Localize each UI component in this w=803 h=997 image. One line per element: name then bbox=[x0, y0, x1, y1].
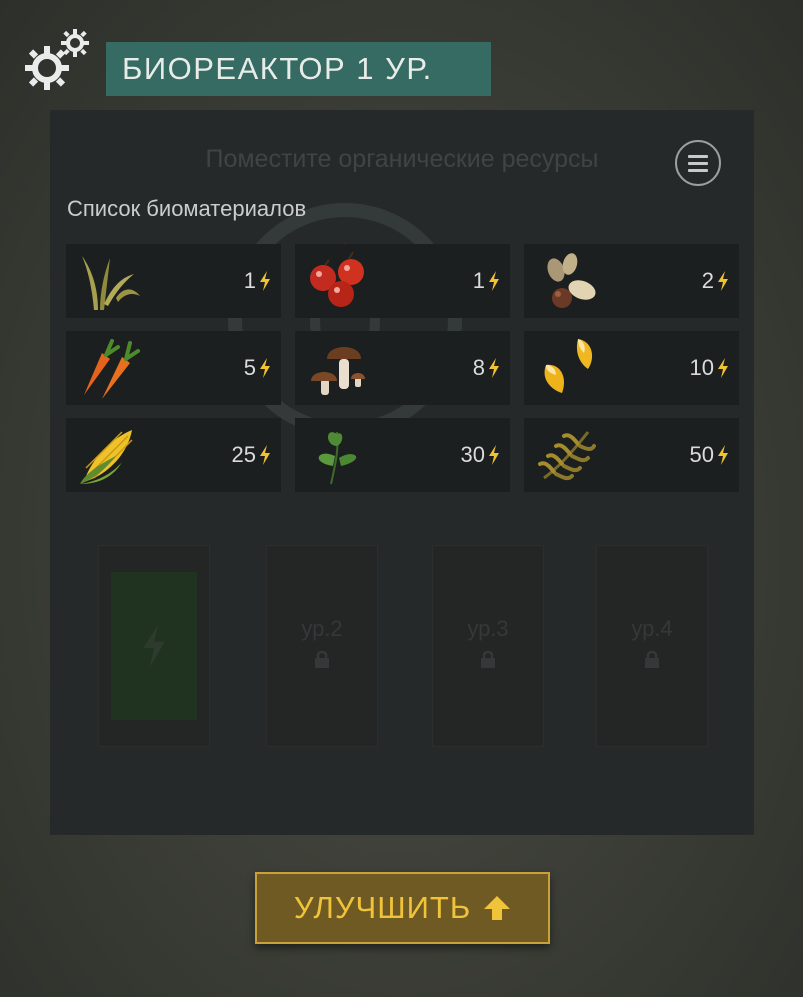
mushroom-icon bbox=[311, 347, 365, 395]
biomaterial-item-corn-cob[interactable]: 25 bbox=[66, 418, 281, 492]
reactor-slot-4[interactable]: ур.4 bbox=[596, 545, 708, 747]
menu-icon-line bbox=[688, 168, 708, 172]
reactor-slot-1[interactable] bbox=[98, 545, 210, 747]
reactor-slot-3[interactable]: ур.3 bbox=[432, 545, 544, 747]
biomaterials-list-label: Список биоматериалов bbox=[67, 196, 307, 221]
berries-icon bbox=[310, 251, 364, 307]
biomaterial-item-plant-fiber[interactable]: 1 bbox=[66, 244, 281, 318]
energy-value: 25 bbox=[232, 418, 271, 492]
energy-value: 30 bbox=[461, 418, 500, 492]
slot-level-label: ур.2 bbox=[301, 616, 343, 641]
bioreactor-panel: Поместите органические ресурсы Список би… bbox=[50, 110, 754, 835]
menu-button[interactable] bbox=[675, 140, 721, 186]
carrot-icon bbox=[84, 339, 140, 399]
fern-icon bbox=[538, 431, 596, 481]
energy-value: 1 bbox=[244, 244, 271, 318]
herb-leaves-icon bbox=[318, 431, 357, 485]
biomaterial-item-fern[interactable]: 50 bbox=[524, 418, 739, 492]
menu-icon-line bbox=[688, 161, 708, 165]
biomaterial-item-corn-kernels[interactable]: 10 bbox=[524, 331, 739, 405]
window-title: БИОРЕАКТОР 1 УР. bbox=[106, 42, 491, 96]
lightning-icon bbox=[260, 445, 270, 465]
gears-icon[interactable] bbox=[22, 26, 92, 94]
energy-value: 10 bbox=[690, 331, 729, 405]
lightning-icon bbox=[718, 271, 728, 291]
biomaterials-grid: 1 1 2 5 8 10 25 30 50 bbox=[66, 244, 739, 492]
lightning-icon bbox=[489, 271, 499, 291]
biomaterial-item-carrot[interactable]: 5 bbox=[66, 331, 281, 405]
hint-text: Поместите органические ресурсы bbox=[205, 145, 599, 173]
energy-value: 8 bbox=[473, 331, 500, 405]
lightning-icon bbox=[489, 445, 499, 465]
upgrade-button[interactable]: УЛУЧШИТЬ bbox=[255, 872, 550, 944]
energy-value: 5 bbox=[244, 331, 271, 405]
reactor-slot-2[interactable]: ур.2 bbox=[266, 545, 378, 747]
biomaterial-item-seeds[interactable]: 2 bbox=[524, 244, 739, 318]
biomaterial-item-mushroom[interactable]: 8 bbox=[295, 331, 510, 405]
lightning-icon bbox=[143, 624, 165, 668]
lightning-icon bbox=[260, 358, 270, 378]
lightning-icon bbox=[489, 358, 499, 378]
slot-level-label: ур.4 bbox=[631, 616, 673, 641]
arrow-up-icon bbox=[484, 896, 511, 920]
biomaterial-item-herb[interactable]: 30 bbox=[295, 418, 510, 492]
menu-icon-line bbox=[688, 154, 708, 158]
slot-level-label: ур.3 bbox=[467, 616, 509, 641]
lightning-icon bbox=[718, 358, 728, 378]
lightning-icon bbox=[718, 445, 728, 465]
upgrade-button-label: УЛУЧШИТЬ bbox=[293, 890, 472, 925]
lightning-icon bbox=[260, 271, 270, 291]
lock-icon bbox=[481, 650, 495, 668]
corn-cob-icon bbox=[80, 430, 133, 484]
lock-icon bbox=[645, 650, 659, 668]
plant-fiber-icon bbox=[82, 256, 140, 310]
energy-value: 2 bbox=[702, 244, 729, 318]
seeds-icon bbox=[547, 253, 596, 308]
energy-value: 1 bbox=[473, 244, 500, 318]
biomaterial-item-berries[interactable]: 1 bbox=[295, 244, 510, 318]
lock-icon bbox=[315, 650, 329, 668]
corn-kernels-icon bbox=[544, 339, 593, 393]
energy-value: 50 bbox=[690, 418, 729, 492]
